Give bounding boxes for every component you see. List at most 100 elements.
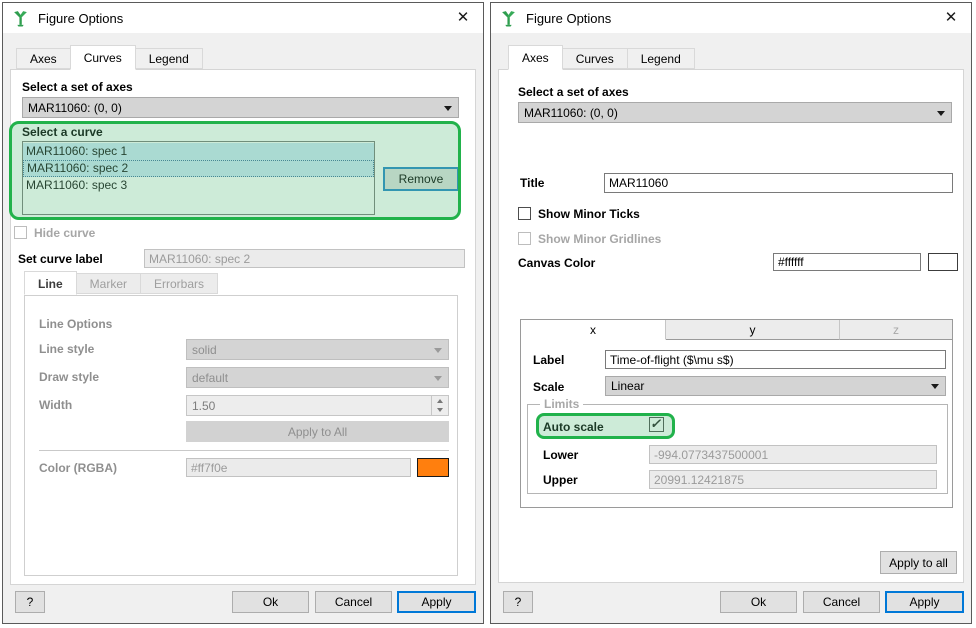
draw-style-label: Draw style [39,370,99,384]
chevron-down-icon [937,111,945,116]
color-rgba-label: Color (RGBA) [39,461,117,475]
remove-curve-button[interactable]: Remove [383,167,459,191]
checkmark-icon: ✓ [650,416,661,431]
line-style-combobox: solid [186,339,449,360]
cancel-button[interactable]: Cancel [315,591,392,613]
axes-tab-pane: Select a set of axes MAR11060: (0, 0) Ti… [498,69,964,583]
cancel-button[interactable]: Cancel [803,591,880,613]
tab-z-axis: z [840,320,952,340]
window-title: Figure Options [526,11,611,26]
color-value-field: #ff7f0e [186,458,411,477]
axes-select-combobox[interactable]: MAR11060: (0, 0) [518,102,952,123]
ok-button[interactable]: Ok [232,591,309,613]
style-tab-bar: Line Marker Errorbars [24,271,218,294]
tab-y-axis[interactable]: y [666,320,840,340]
scale-combobox[interactable]: Linear [605,376,946,396]
close-icon[interactable]: ✕ [452,7,474,29]
axis-label-label: Label [533,353,564,367]
apply-button[interactable]: Apply [397,591,476,613]
help-button[interactable]: ? [503,591,533,613]
list-item-curve-2[interactable]: MAR11060: spec 2 [23,160,374,177]
tab-x-axis[interactable]: x [521,320,666,340]
curve-list: MAR11060: spec 1 MAR11060: spec 2 MAR110… [22,141,375,215]
chevron-down-icon [444,106,452,111]
select-axes-label: Select a set of axes [22,80,133,94]
show-minor-ticks-label: Show Minor Ticks [538,207,640,221]
tab-axes[interactable]: Axes [16,48,71,69]
tab-legend[interactable]: Legend [627,48,695,69]
axes-select-value: MAR11060: (0, 0) [524,106,618,120]
line-tab-pane: Line Options Line style solid Draw style… [24,295,458,576]
titlebar[interactable]: Figure Options ✕ [491,3,971,33]
line-style-label: Line style [39,342,94,356]
tab-legend[interactable]: Legend [135,48,203,69]
list-item-curve-3[interactable]: MAR11060: spec 3 [23,177,374,194]
apply-to-all-axes-button[interactable]: Apply to all [880,551,957,574]
hide-curve-checkbox [14,226,27,239]
axes-select-value: MAR11060: (0, 0) [28,101,122,115]
spin-up-icon [432,396,448,406]
apply-button[interactable]: Apply [885,591,964,613]
tab-line[interactable]: Line [24,271,77,295]
title-label: Title [520,176,544,190]
lower-label: Lower [543,448,578,462]
apply-to-all-curves-button: Apply to All [186,421,449,442]
chevron-down-icon [931,384,939,389]
tab-axes[interactable]: Axes [508,45,563,70]
select-axes-label: Select a set of axes [518,85,629,99]
tab-errorbars[interactable]: Errorbars [140,273,218,294]
auto-scale-checkbox[interactable]: ✓ [649,417,664,432]
curves-tab-pane: Select a set of axes MAR11060: (0, 0) Se… [10,69,476,585]
figure-options-dialog-axes: Figure Options ✕ Axes Curves Legend Sele… [490,2,972,624]
canvas-color-swatch[interactable] [928,253,958,271]
lower-limit-field: -994.0773437500001 [649,445,937,464]
width-value: 1.50 [192,399,215,413]
curve-label-field: MAR11060: spec 2 [144,249,465,268]
line-options-heading: Line Options [39,317,112,331]
tab-marker[interactable]: Marker [76,273,141,294]
axis-tab-widget: x y z Label Time-of-flight ($\mu s$) Sca… [520,319,953,508]
scale-label: Scale [533,380,564,394]
select-curve-label: Select a curve [22,125,103,139]
main-tab-bar: Axes Curves Legend [508,45,695,69]
draw-style-combobox: default [186,367,449,388]
separator [39,450,449,451]
window-title: Figure Options [38,11,123,26]
list-item-curve-1[interactable]: MAR11060: spec 1 [23,143,374,160]
show-minor-gridlines-checkbox [518,232,531,245]
width-spinbox: 1.50 [186,395,449,416]
hide-curve-label: Hide curve [34,226,95,240]
help-button[interactable]: ? [15,591,45,613]
tab-curves[interactable]: Curves [70,45,136,70]
ok-button[interactable]: Ok [720,591,797,613]
auto-scale-label: Auto scale [543,420,604,434]
chevron-down-icon [434,348,442,353]
tab-curves[interactable]: Curves [562,48,628,69]
scale-value: Linear [611,379,644,393]
upper-limit-field: 20991.12421875 [649,470,937,489]
line-style-value: solid [192,343,217,357]
mantid-app-icon [500,10,517,27]
canvas-color-label: Canvas Color [518,256,595,270]
canvas-color-field[interactable]: #ffffff [773,253,921,271]
mantid-app-icon [12,10,29,27]
limits-group-label: Limits [540,397,583,411]
close-icon[interactable]: ✕ [940,7,962,29]
set-curve-label-label: Set curve label [18,252,103,266]
spinner-buttons [431,396,448,415]
upper-label: Upper [543,473,578,487]
spin-down-icon [432,406,448,416]
main-tab-bar: Axes Curves Legend [16,45,203,69]
draw-style-value: default [192,371,228,385]
titlebar[interactable]: Figure Options ✕ [3,3,483,33]
width-label: Width [39,398,72,412]
axes-select-combobox[interactable]: MAR11060: (0, 0) [22,97,459,118]
chevron-down-icon [434,376,442,381]
show-minor-ticks-checkbox[interactable] [518,207,531,220]
figure-options-dialog-curves: Figure Options ✕ Axes Curves Legend Sele… [2,2,484,624]
axis-label-field[interactable]: Time-of-flight ($\mu s$) [605,350,946,369]
show-minor-gridlines-label: Show Minor Gridlines [538,232,661,246]
title-field[interactable]: MAR11060 [604,173,953,193]
curve-color-swatch [417,458,449,477]
axis-tab-bar: x y z [521,320,952,340]
